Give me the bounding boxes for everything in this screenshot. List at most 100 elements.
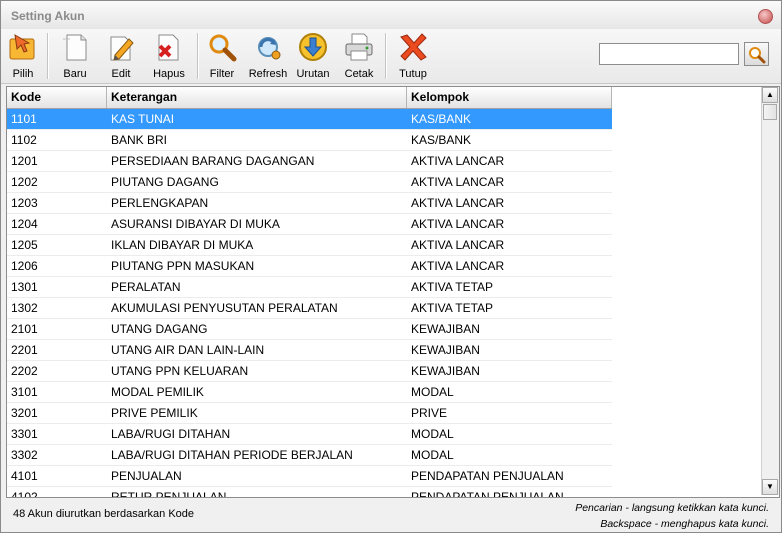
cell-kode: 1205 — [11, 238, 38, 252]
tutup-label: Tutup — [399, 68, 427, 80]
filter-button[interactable]: Filter — [205, 31, 239, 81]
cell-kelompok: KEWAJIBAN — [411, 343, 480, 357]
cell-kode: 1101 — [11, 112, 37, 126]
refresh-button[interactable]: Refresh — [247, 31, 289, 81]
cell-keterangan: PERLENGKAPAN — [111, 196, 209, 210]
cell-kelompok: MODAL — [411, 385, 454, 399]
cell-kelompok: AKTIVA LANCAR — [411, 238, 505, 252]
cell-keterangan: PRIVE PEMILIK — [111, 406, 198, 420]
cell-kelompok: KEWAJIBAN — [411, 322, 480, 336]
scroll-up-button[interactable]: ▲ — [762, 87, 778, 103]
hapus-label: Hapus — [153, 68, 185, 80]
cell-keterangan: PIUTANG PPN MASUKAN — [111, 259, 255, 273]
cell-keterangan: MODAL PEMILIK — [111, 385, 204, 399]
cell-keterangan: PENJUALAN — [111, 469, 182, 483]
urutan-button[interactable]: Urutan — [295, 31, 331, 81]
toolbar: Pilih Baru Edit Hapus Filter Refresh Uru… — [1, 29, 781, 84]
table-row[interactable]: 3201 PRIVE PEMILIK PRIVE — [7, 403, 612, 424]
cell-kelompok: KEWAJIBAN — [411, 364, 480, 378]
cell-keterangan: PIUTANG DAGANG — [111, 175, 219, 189]
cell-kode: 2202 — [11, 364, 38, 378]
cell-keterangan: ASURANSI DIBAYAR DI MUKA — [111, 217, 280, 231]
table-row[interactable]: 2201 UTANG AIR DAN LAIN-LAIN KEWAJIBAN — [7, 340, 612, 361]
table-row[interactable]: 1302 AKUMULASI PENYUSUTAN PERALATAN AKTIVA… — [7, 298, 612, 319]
cell-kode: 1301 — [11, 280, 38, 294]
table-row[interactable]: 1101 KAS TUNAI KAS/BANK — [7, 109, 612, 130]
delete-document-icon — [158, 34, 179, 61]
cell-kelompok: AKTIVA TETAP — [411, 280, 494, 294]
sort-arrow-icon — [299, 33, 327, 61]
column-header-keterangan[interactable]: Keterangan — [107, 87, 407, 108]
table-row[interactable]: 3302 LABA/RUGI DITAHAN PERIODE BERJALAN MO… — [7, 445, 612, 466]
cetak-button[interactable]: Cetak — [341, 31, 377, 81]
column-header-kelompok[interactable]: Kelompok — [407, 87, 612, 108]
table-row[interactable]: 4102 RETUR PENJUALAN PENDAPATAN PENJUALAN — [7, 487, 612, 498]
search-button[interactable] — [744, 42, 769, 66]
scroll-thumb[interactable] — [763, 104, 777, 120]
cell-keterangan: LABA/RUGI DITAHAN PERIODE BERJALAN — [111, 448, 353, 462]
table-row[interactable]: 2202 UTANG PPN KELUARAN KEWAJIBAN — [7, 361, 612, 382]
edit-button[interactable]: Edit — [103, 31, 139, 81]
record-count-text: 48 Akun diurutkan berdasarkan Kode — [13, 508, 195, 520]
vertical-scrollbar[interactable]: ▲ ▼ — [761, 87, 779, 495]
toolbar-separator — [385, 33, 387, 79]
search-input[interactable] — [599, 43, 739, 65]
table-body: 1101 KAS TUNAI KAS/BANK 1102 BANK BRI KAS/BAN… — [7, 109, 612, 498]
cell-kode: 1204 — [11, 217, 38, 231]
table-row[interactable]: 4101 PENJUALAN PENDAPATAN PENJUALAN — [7, 466, 612, 487]
cell-keterangan: BANK BRI — [111, 133, 168, 147]
akun-table: Kode Keterangan Kelompok 1101 KAS TUNAI KA… — [6, 86, 780, 498]
cell-kode: 3301 — [11, 427, 38, 441]
cell-keterangan: RETUR PENJUALAN — [111, 490, 227, 498]
table-row[interactable]: 1203 PERLENGKAPAN AKTIVA LANCAR — [7, 193, 612, 214]
table-row[interactable]: 3101 MODAL PEMILIK MODAL — [7, 382, 612, 403]
window-title: Setting Akun — [11, 9, 85, 23]
cell-kelompok: AKTIVA TETAP — [411, 301, 494, 315]
cell-kelompok: MODAL — [411, 427, 454, 441]
printer-icon — [345, 33, 373, 61]
table-row[interactable]: 1202 PIUTANG DAGANG AKTIVA LANCAR — [7, 172, 612, 193]
table-row[interactable]: 2101 UTANG DAGANG KEWAJIBAN — [7, 319, 612, 340]
refresh-icon — [258, 37, 281, 60]
cell-kelompok: KAS/BANK — [411, 133, 472, 147]
pick-icon — [9, 34, 35, 60]
baru-label: Baru — [63, 68, 87, 80]
table-row[interactable]: 1206 PIUTANG PPN MASUKAN AKTIVA LANCAR — [7, 256, 612, 277]
pilih-label: Pilih — [12, 68, 34, 80]
window-close-button[interactable] — [758, 9, 773, 24]
cell-kode: 2101 — [11, 322, 38, 336]
cetak-label: Cetak — [344, 68, 374, 80]
cell-kode: 4101 — [11, 469, 38, 483]
table-row[interactable]: 1204 ASURANSI DIBAYAR DI MUKA AKTIVA LANCA… — [7, 214, 612, 235]
cell-kode: 1102 — [11, 133, 37, 147]
cell-kode: 1206 — [11, 259, 38, 273]
cell-kelompok: MODAL — [411, 448, 454, 462]
search-hint: Pencarian - langsung ketikkan kata kunci… — [575, 502, 769, 514]
baru-button[interactable]: Baru — [57, 31, 93, 81]
table-row[interactable]: 1301 PERALATAN AKTIVA TETAP — [7, 277, 612, 298]
cell-kelompok: PRIVE — [411, 406, 448, 420]
cell-keterangan: UTANG PPN KELUARAN — [111, 364, 249, 378]
tutup-button[interactable]: Tutup — [395, 31, 431, 81]
table-row[interactable]: 1201 PERSEDIAAN BARANG DAGANGAN AKTIVA LAN… — [7, 151, 612, 172]
cell-kode: 1202 — [11, 175, 38, 189]
cell-keterangan: UTANG AIR DAN LAIN-LAIN — [111, 343, 265, 357]
table-row[interactable]: 1205 IKLAN DIBAYAR DI MUKA AKTIVA LANCAR — [7, 235, 612, 256]
pilih-button[interactable]: Pilih — [6, 31, 40, 81]
table-row[interactable]: 3301 LABA/RUGI DITAHAN MODAL — [7, 424, 612, 445]
scroll-down-button[interactable]: ▼ — [762, 479, 778, 495]
table-header: Kode Keterangan Kelompok — [7, 87, 612, 109]
cell-kelompok: AKTIVA LANCAR — [411, 259, 505, 273]
table-row[interactable]: 1102 BANK BRI KAS/BANK — [7, 130, 612, 151]
edit-label: Edit — [111, 68, 131, 80]
filter-label: Filter — [209, 68, 235, 80]
toolbar-separator — [197, 33, 199, 79]
hapus-button[interactable]: Hapus — [149, 31, 189, 81]
new-document-icon — [63, 34, 87, 61]
cell-keterangan: UTANG DAGANG — [111, 322, 208, 336]
cell-keterangan: LABA/RUGI DITAHAN — [111, 427, 231, 441]
status-bar: 48 Akun diurutkan berdasarkan Kode Penca… — [1, 498, 781, 532]
cell-kelompok: AKTIVA LANCAR — [411, 196, 505, 210]
column-header-kode[interactable]: Kode — [7, 87, 107, 108]
cell-kelompok: PENDAPATAN PENJUALAN — [411, 469, 564, 483]
